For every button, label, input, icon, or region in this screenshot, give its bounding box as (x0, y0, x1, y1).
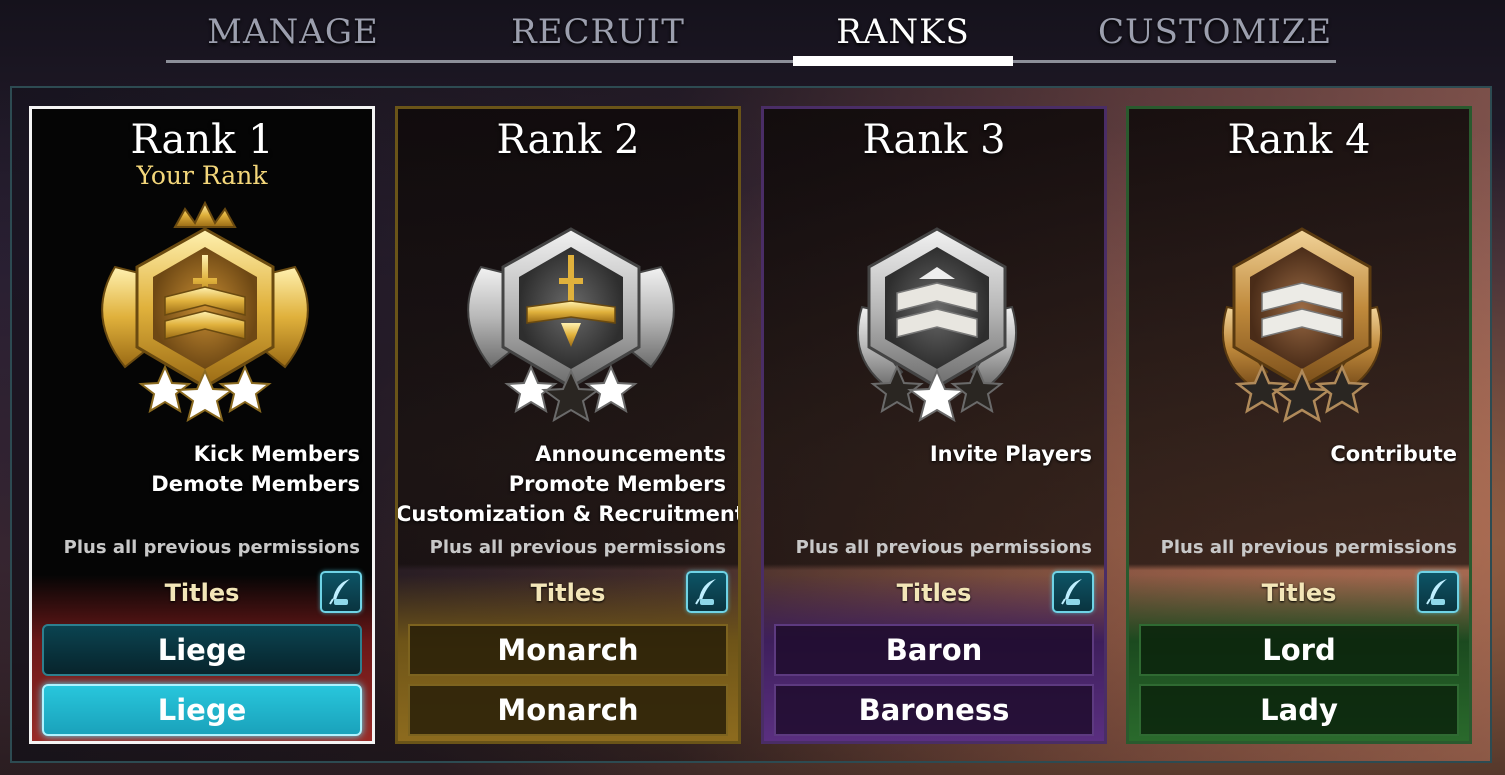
plus-previous-permissions: Plus all previous permissions (63, 537, 360, 558)
tab-customize[interactable]: CUSTOMIZE (1098, 12, 1331, 56)
permissions-list: Contribute (1129, 439, 1457, 469)
male-title-field[interactable]: Baron (774, 624, 1094, 676)
silver-rank-emblem-icon (856, 227, 1018, 423)
silver-sword-rank-emblem-icon (467, 227, 675, 423)
quill-pen-icon (695, 579, 716, 605)
rank-title: Rank 2 (496, 117, 640, 163)
female-title-field[interactable]: Liege (42, 684, 362, 736)
tab-recruit[interactable]: RECRUIT (488, 12, 708, 56)
permission-item: Promote Members (508, 472, 726, 496)
plus-previous-permissions: Plus all previous permissions (429, 537, 726, 558)
rank-card-2[interactable]: Rank 2 Announcements Promote Members Cus… (395, 106, 741, 744)
tab-divider (166, 60, 1336, 63)
male-title-field[interactable]: Lord (1139, 624, 1459, 676)
permission-item: Customization & Recruitment (396, 502, 741, 526)
your-rank-label: Your Rank (136, 161, 268, 190)
rank-card-4[interactable]: Rank 4 Contribute Plus all previous perm… (1126, 106, 1472, 744)
female-title-field[interactable]: Baroness (774, 684, 1094, 736)
quill-pen-icon (1426, 579, 1447, 605)
edit-titles-button[interactable] (1417, 571, 1459, 613)
male-title-field[interactable]: Liege (42, 624, 362, 676)
permission-item: Contribute (1330, 442, 1457, 466)
edit-titles-button[interactable] (320, 571, 362, 613)
permission-item: Kick Members (193, 442, 360, 466)
permissions-list: Announcements Promote Members Customizat… (396, 439, 741, 529)
permission-item: Invite Players (929, 442, 1092, 466)
edit-titles-button[interactable] (686, 571, 728, 613)
male-title-field[interactable]: Monarch (408, 624, 728, 676)
rank-title: Rank 4 (1227, 117, 1371, 163)
rank-card-3[interactable]: Rank 3 Invite Players Plus all previous … (761, 106, 1107, 744)
gold-crowned-rank-emblem-icon (101, 200, 309, 423)
tab-ranks[interactable]: RANKS (793, 12, 1013, 56)
rank-card-1[interactable]: Rank 1 Your Rank Kick Members Demote Mem… (29, 106, 375, 744)
active-tab-indicator (793, 56, 1013, 66)
quill-pen-icon (329, 579, 350, 605)
female-title-field[interactable]: Lady (1139, 684, 1459, 736)
permission-item: Announcements (535, 442, 726, 466)
rank-title: Rank 3 (862, 117, 1006, 163)
top-tab-bar: MANAGE RECRUIT RANKS CUSTOMIZE (0, 0, 1505, 70)
rank-title: Rank 1 (130, 117, 274, 163)
female-title-field[interactable]: Monarch (408, 684, 728, 736)
quill-pen-icon (1061, 579, 1082, 605)
edit-titles-button[interactable] (1052, 571, 1094, 613)
plus-previous-permissions: Plus all previous permissions (795, 537, 1092, 558)
permissions-list: Invite Players (764, 439, 1092, 469)
plus-previous-permissions: Plus all previous permissions (1160, 537, 1457, 558)
bronze-rank-emblem-icon (1221, 227, 1383, 423)
tab-manage[interactable]: MANAGE (183, 12, 403, 56)
permission-item: Demote Members (151, 472, 360, 496)
permissions-list: Kick Members Demote Members (32, 439, 360, 499)
